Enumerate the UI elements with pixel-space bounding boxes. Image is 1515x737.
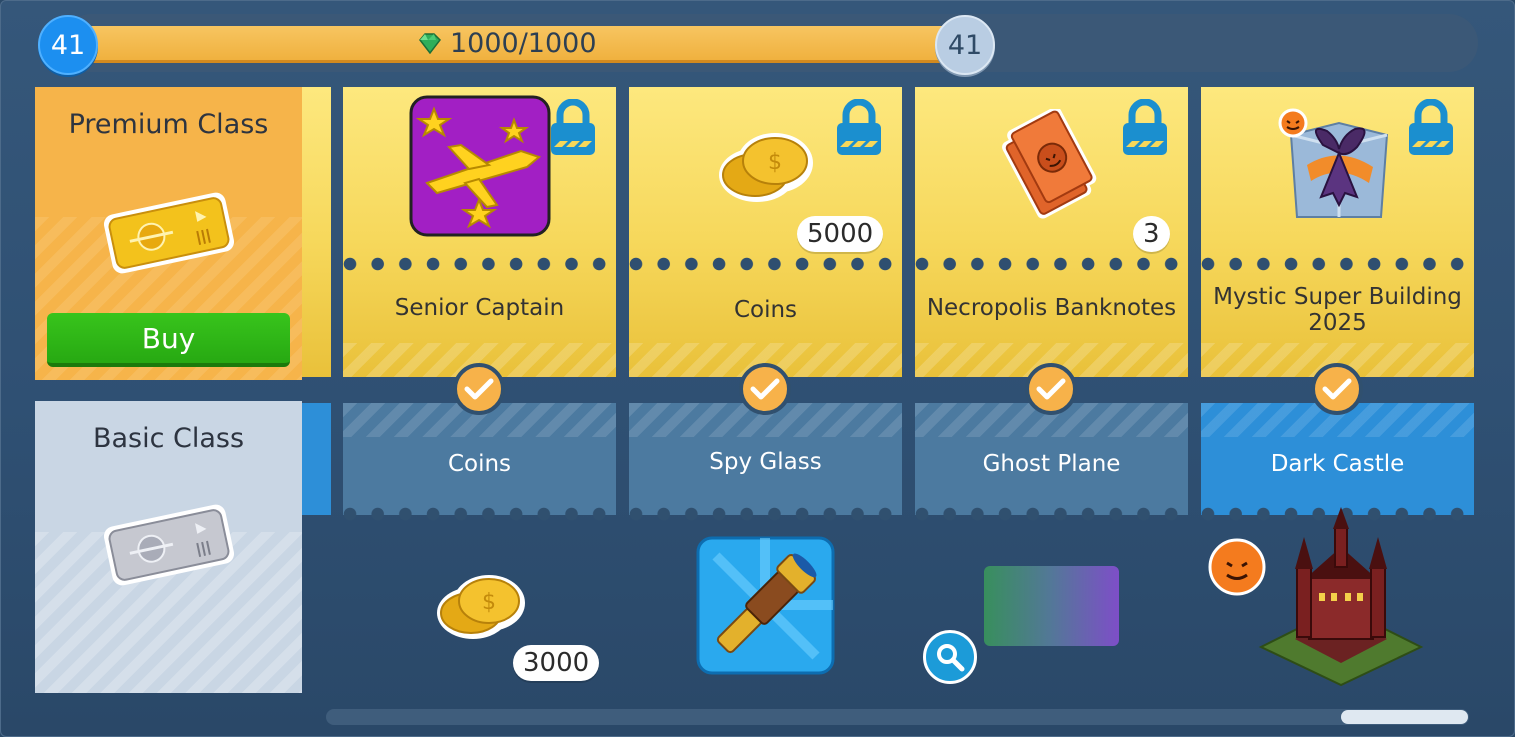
- basic-reward-cell[interactable]: Ghost Plane: [915, 403, 1188, 515]
- plane-avatar-icon: [409, 95, 551, 237]
- basic-class-card: Basic Class: [35, 401, 302, 693]
- progress-text: 1000/1000: [450, 27, 597, 59]
- check-icon: [1311, 363, 1363, 415]
- basic-reward-cell[interactable]: Spy Glass: [629, 403, 902, 515]
- scrollbar-thumb[interactable]: [1341, 710, 1468, 724]
- lock-icon: [1123, 99, 1167, 155]
- premium-reward-cell[interactable]: $ 5000 Coins: [629, 87, 902, 377]
- progress-value: 1000/1000: [416, 26, 597, 60]
- check-icon: [739, 363, 791, 415]
- premium-reward-label: Necropolis Banknotes: [926, 295, 1177, 321]
- gold-ticket-icon: [103, 192, 235, 274]
- svg-text:$: $: [768, 150, 782, 175]
- silver-ticket-icon: [103, 504, 235, 586]
- reward-amount-badge: 3000: [513, 645, 600, 681]
- premium-reward-label: Coins: [733, 297, 798, 323]
- reward-amount-badge: 3: [1133, 216, 1170, 252]
- basic-reward-label: Coins: [447, 451, 512, 477]
- basic-reward-label: Dark Castle: [1270, 451, 1405, 477]
- check-icon: [453, 363, 505, 415]
- current-level-badge: 41: [38, 15, 98, 75]
- banknotes-icon: [1002, 109, 1097, 219]
- buy-button[interactable]: Buy: [47, 313, 290, 367]
- premium-reward-cell[interactable]: Senior Captain: [343, 87, 616, 377]
- coins-icon: $: [719, 133, 813, 202]
- lock-icon: [551, 99, 595, 155]
- dark-castle-icon: [1208, 507, 1424, 687]
- gem-icon: [419, 33, 441, 54]
- preview-magnifier-button[interactable]: [923, 630, 977, 684]
- lock-icon: [837, 99, 881, 155]
- premium-class-card: Premium Class Buy: [35, 87, 302, 380]
- coins-icon: $: [437, 575, 525, 639]
- spyglass-icon: [696, 536, 835, 675]
- next-level-badge: 41: [935, 15, 995, 75]
- previous-column-peek-basic: [302, 403, 331, 515]
- basic-reward-label: Ghost Plane: [982, 451, 1121, 477]
- lock-icon: [1409, 99, 1453, 155]
- premium-reward-label: Mystic Super Building 2025: [1213, 284, 1462, 336]
- ghost-plane-icon: [984, 566, 1119, 646]
- premium-reward-label: Senior Captain: [394, 295, 565, 321]
- premium-reward-cell[interactable]: 3 Necropolis Banknotes: [915, 87, 1188, 377]
- basic-reward-cell[interactable]: Dark Castle: [1201, 403, 1474, 515]
- basic-class-title: Basic Class: [92, 423, 245, 454]
- svg-text:$: $: [482, 590, 496, 615]
- premium-reward-cell[interactable]: Mystic Super Building 2025: [1201, 87, 1474, 377]
- premium-class-title: Premium Class: [68, 109, 269, 140]
- basic-reward-label: Spy Glass: [709, 449, 822, 475]
- basic-reward-cell[interactable]: Coins: [343, 403, 616, 515]
- reward-amount-badge: 5000: [797, 216, 884, 252]
- horizontal-scrollbar[interactable]: [326, 709, 1469, 725]
- previous-column-peek: [302, 87, 331, 377]
- gift-building-icon: [1278, 108, 1389, 218]
- check-icon: [1025, 363, 1077, 415]
- search-icon: [937, 644, 965, 672]
